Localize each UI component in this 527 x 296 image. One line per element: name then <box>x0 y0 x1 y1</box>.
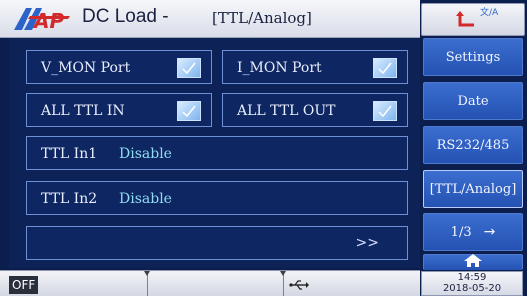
checkbox-checked-icon[interactable] <box>177 58 201 78</box>
clock: 14:59 2018-05-20 <box>421 271 523 296</box>
checkbox-checked-icon[interactable] <box>177 101 201 121</box>
brand-logo: AP <box>12 6 72 32</box>
settings-button[interactable]: Settings <box>423 38 523 76</box>
all-ttl-in-label: ALL TTL IN <box>41 103 125 119</box>
dc-load-screen: AP DC Load - [TTL/Analog] 文/A V_MON Port… <box>0 0 527 296</box>
ttl-analog-button[interactable]: [TTL/Analog] <box>423 170 523 208</box>
v-mon-port-label: V_MON Port <box>41 60 131 76</box>
return-arrow-icon[interactable] <box>452 10 478 30</box>
ttl-in1-row[interactable]: TTL In1 Disable <box>26 136 408 170</box>
ttl-analog-panel: V_MON Port I_MON Port ALL TTL IN ALL TTL… <box>9 38 420 268</box>
ttl-in1-value: Disable <box>119 146 172 162</box>
all-ttl-in-toggle[interactable]: ALL TTL IN <box>26 93 212 127</box>
language-icon[interactable]: 文/A <box>480 8 498 18</box>
usb-icon <box>289 277 309 291</box>
status-bar: OFF <box>0 270 420 296</box>
checkbox-checked-icon[interactable] <box>373 58 397 78</box>
ttl-in2-value: Disable <box>119 191 172 207</box>
arrow-right-icon: → <box>483 224 496 240</box>
status-divider <box>280 271 286 296</box>
more-chevron-icon[interactable]: >> <box>356 235 379 251</box>
home-button[interactable] <box>423 254 523 270</box>
i-mon-port-toggle[interactable]: I_MON Port <box>222 50 408 84</box>
home-icon <box>464 254 482 271</box>
status-divider <box>144 271 150 296</box>
page-next-button[interactable]: 1/3 → <box>423 213 523 251</box>
ttl-in2-row[interactable]: TTL In2 Disable <box>26 181 408 215</box>
v-mon-port-toggle[interactable]: V_MON Port <box>26 50 212 84</box>
checkbox-checked-icon[interactable] <box>373 101 397 121</box>
rs232-button[interactable]: RS232/485 <box>423 126 523 164</box>
output-state-badge[interactable]: OFF <box>9 276 39 294</box>
i-mon-port-label: I_MON Port <box>237 60 322 76</box>
date-button[interactable]: Date <box>423 82 523 120</box>
clock-date: 2018-05-20 <box>442 283 502 294</box>
all-ttl-out-toggle[interactable]: ALL TTL OUT <box>222 93 408 127</box>
page-title: [TTL/Analog] <box>212 9 312 27</box>
page-indicator: 1/3 <box>450 224 472 240</box>
header-status-box: 文/A <box>421 3 525 36</box>
ttl-in2-label: TTL In2 <box>41 191 98 207</box>
title-bar: AP DC Load - [TTL/Analog] <box>0 0 420 38</box>
clock-time: 14:59 <box>457 272 487 283</box>
window-title: DC Load - <box>82 6 169 27</box>
more-row[interactable]: >> <box>26 226 408 260</box>
svg-text:AP: AP <box>32 9 64 32</box>
ttl-in1-label: TTL In1 <box>41 146 98 162</box>
all-ttl-out-label: ALL TTL OUT <box>237 103 336 119</box>
